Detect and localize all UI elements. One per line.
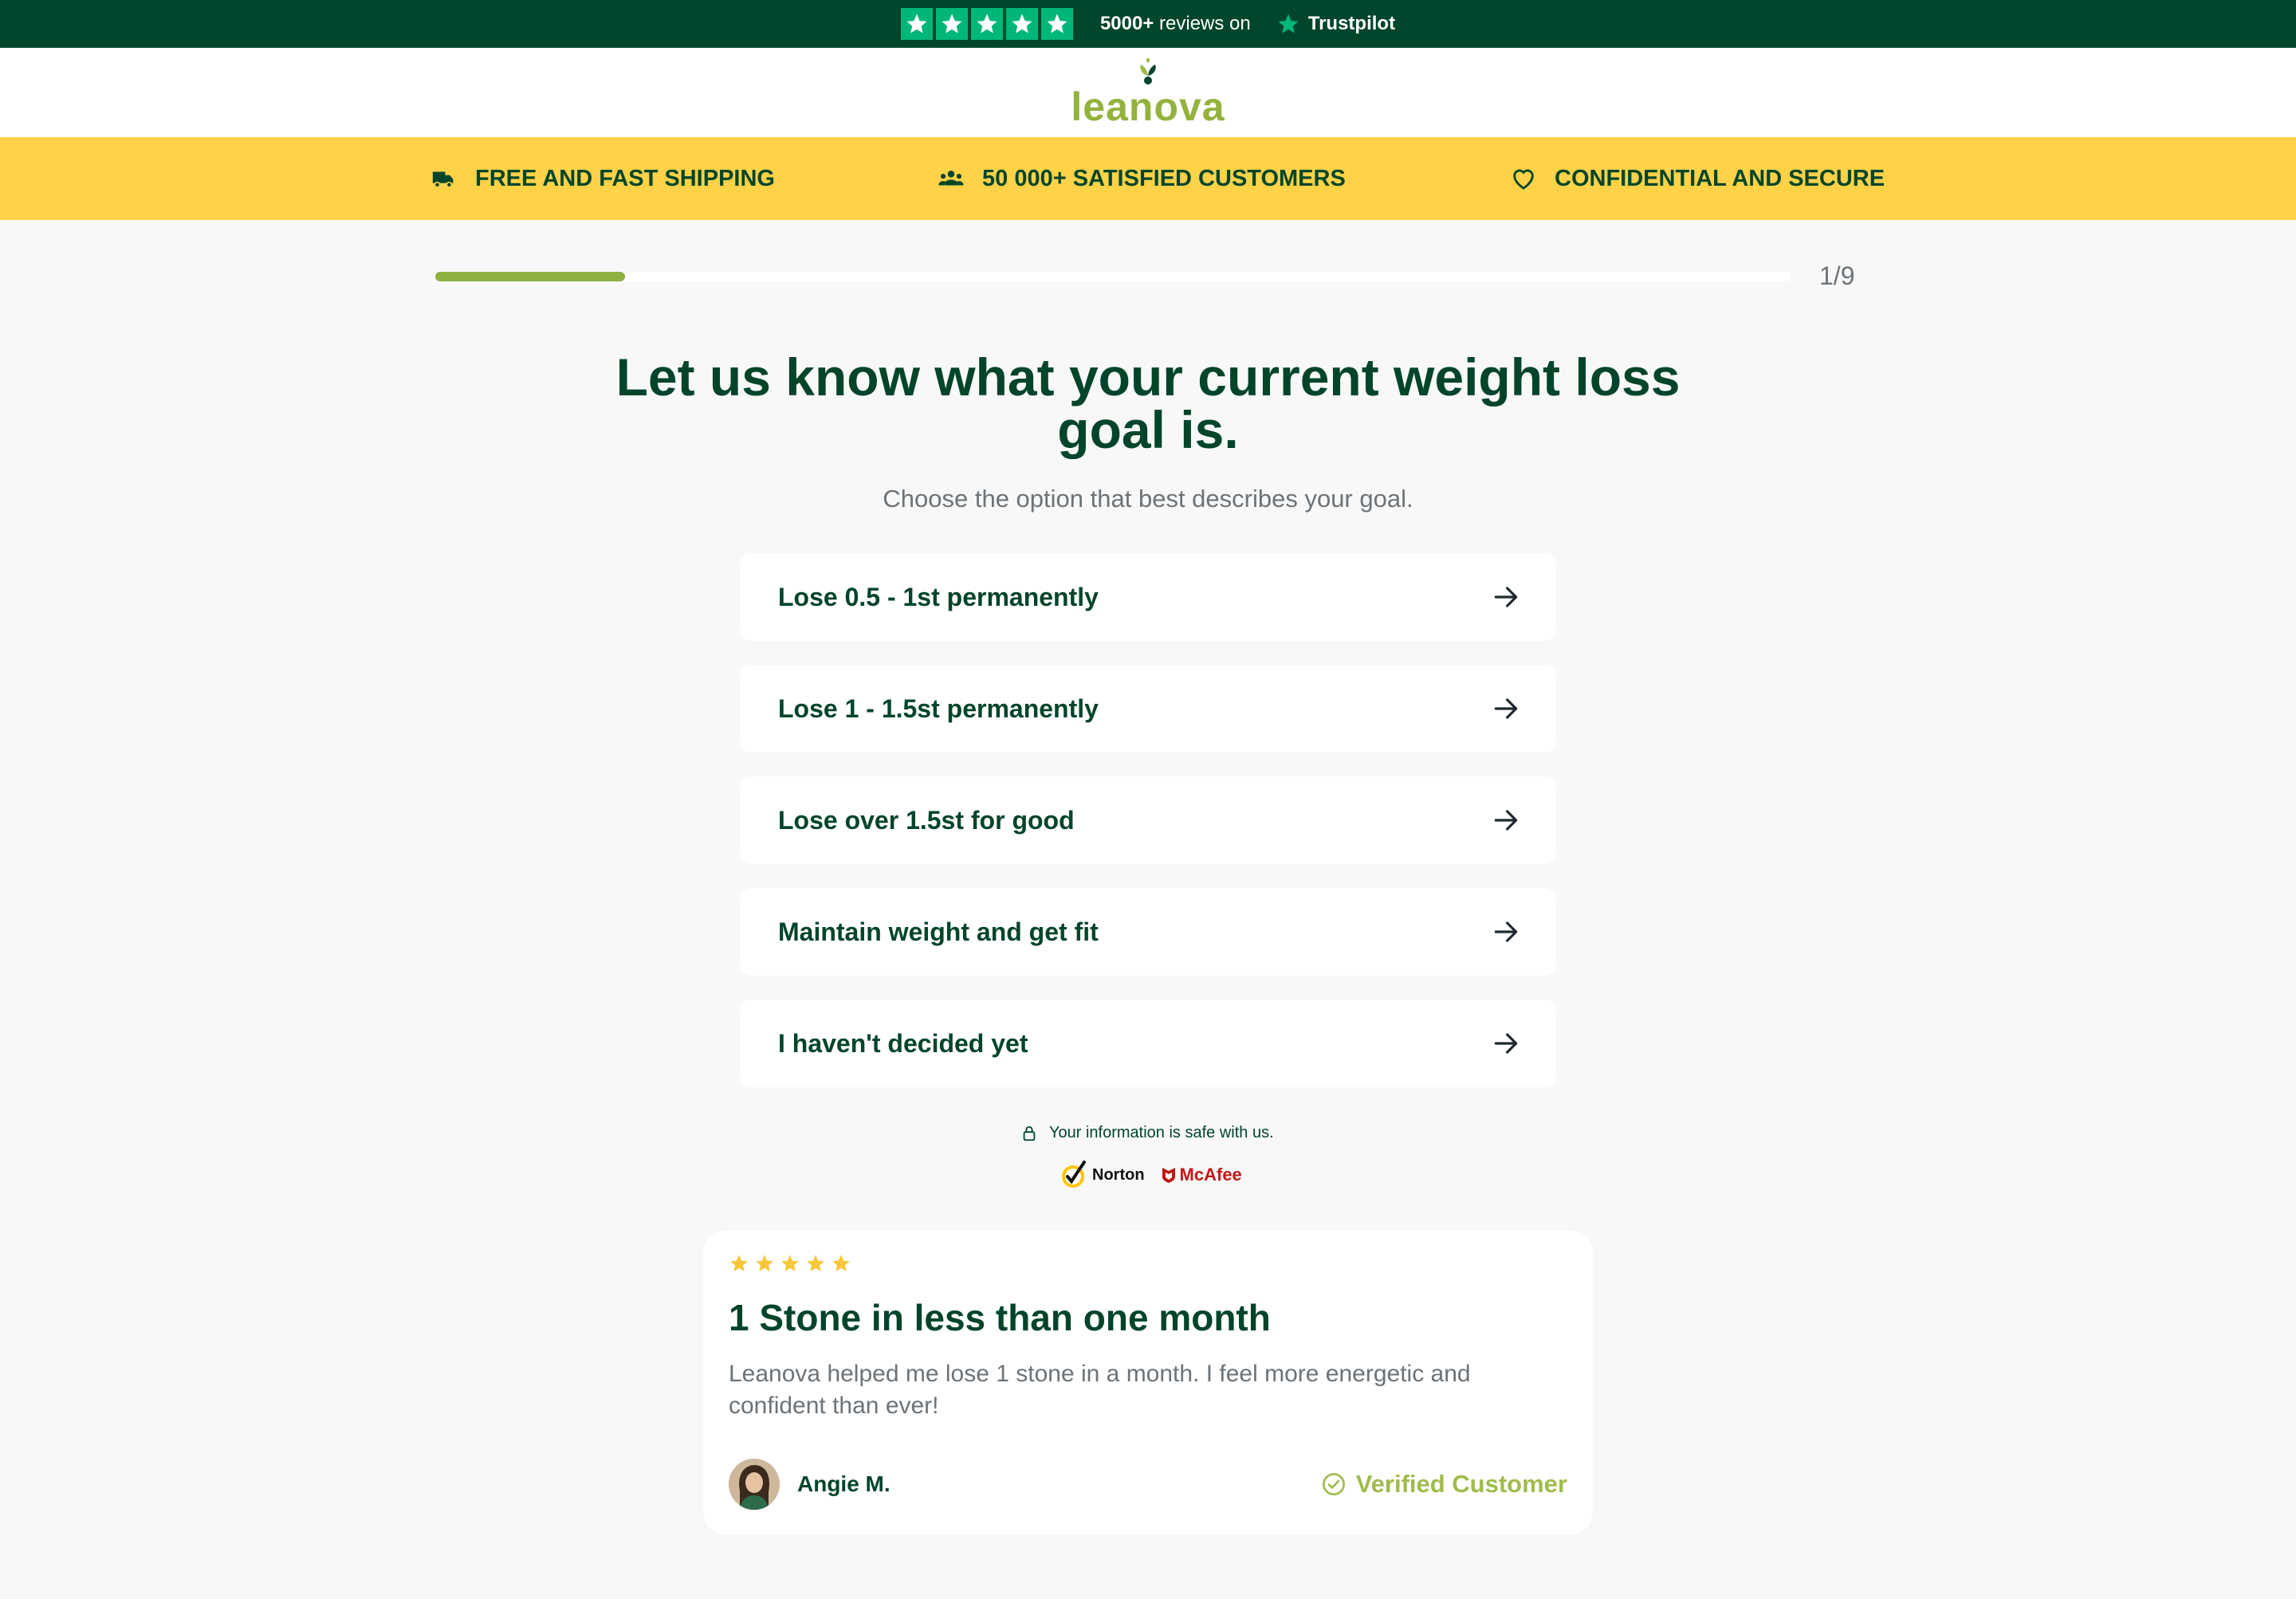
usp-shipping-label: FREE AND FAST SHIPPING xyxy=(475,165,775,191)
site-header: leanova xyxy=(0,48,2296,137)
answer-options: Lose 0.5 - 1st permanently Lose 1 - 1.5s… xyxy=(740,553,1556,1111)
review-footer: Angie M. Verified Customer xyxy=(729,1459,1567,1510)
author-name: Angie M. xyxy=(797,1471,890,1496)
usp-customers-label: 50 000+ SATISFIED CUSTOMERS xyxy=(982,165,1346,191)
progress-fill xyxy=(435,272,625,281)
truck-icon xyxy=(432,171,454,188)
option-label: Lose over 1.5st for good xyxy=(778,805,1075,835)
progress-counter: 1/9 xyxy=(1819,261,1855,290)
verified-badge: Verified Customer xyxy=(1321,1470,1567,1499)
review-title: 1 Stone in less than one month xyxy=(729,1297,1271,1338)
usp-bar: FREE AND FAST SHIPPING 50 000+ SATISFIED… xyxy=(0,137,2296,220)
arrow-right-icon xyxy=(1494,587,1518,607)
arrow-right-icon xyxy=(1494,921,1518,942)
reviews-count: 5000+ xyxy=(1099,13,1154,34)
star-icon xyxy=(807,1255,824,1271)
leanova-logo[interactable]: leanova xyxy=(1071,58,1225,127)
security-text: Your information is safe with us. xyxy=(1049,1124,1274,1141)
arrow-right-icon xyxy=(1494,698,1518,719)
star-icon xyxy=(1005,8,1038,40)
trustpilot-star-icon xyxy=(1278,14,1299,33)
heart-icon xyxy=(1513,169,1534,190)
lock-icon xyxy=(1023,1126,1036,1141)
security-note: Your information is safe with us. xyxy=(1020,1124,1292,1142)
question-title: Let us know what your current weight los… xyxy=(615,348,1681,459)
check-circle-icon xyxy=(1322,1473,1345,1495)
star-icon xyxy=(935,8,968,40)
option-lose-1-1-5st[interactable]: Lose 1 - 1.5st permanently xyxy=(740,665,1556,752)
trustpilot-bar: 5000+ reviews on Trustpilot xyxy=(0,0,2296,48)
star-icon xyxy=(832,1255,850,1271)
review-author: Angie M. xyxy=(729,1459,890,1510)
option-label: I haven't decided yet xyxy=(778,1028,1028,1058)
option-not-decided[interactable]: I haven't decided yet xyxy=(740,1000,1556,1087)
mcafee-label: McAfee xyxy=(1179,1165,1242,1185)
mcafee-shield-icon xyxy=(1162,1168,1175,1183)
option-label: Maintain weight and get fit xyxy=(778,917,1099,946)
arrow-right-icon xyxy=(1494,1033,1518,1054)
arrow-right-icon xyxy=(1494,810,1518,831)
usp-confidential-label: CONFIDENTIAL AND SECURE xyxy=(1555,165,1885,191)
usp-confidential: CONFIDENTIAL AND SECURE xyxy=(1510,137,1885,220)
security-badges: Norton McAfee xyxy=(1060,1159,1242,1191)
star-icon xyxy=(1040,8,1073,40)
avatar xyxy=(729,1459,780,1510)
trustpilot-brand[interactable]: Trustpilot xyxy=(1276,12,1395,36)
star-icon xyxy=(900,8,933,40)
review-card: 1 Stone in less than one month Leanova h… xyxy=(703,1231,1593,1535)
progress-bar xyxy=(435,272,1791,281)
trustpilot-label: Trustpilot xyxy=(1307,13,1396,34)
trustpilot-stars xyxy=(900,8,1073,40)
option-lose-0-5-1st[interactable]: Lose 0.5 - 1st permanently xyxy=(740,553,1556,641)
option-label: Lose 0.5 - 1st permanently xyxy=(778,582,1099,611)
verified-label: Verified Customer xyxy=(1355,1470,1567,1498)
logo-text: leanova xyxy=(1071,84,1225,129)
mcafee-badge: McAfee xyxy=(1161,1165,1242,1185)
norton-check-icon xyxy=(1062,1161,1086,1188)
option-label: Lose 1 - 1.5st permanently xyxy=(778,693,1099,723)
review-rating xyxy=(729,1253,1567,1274)
star-icon xyxy=(781,1255,799,1271)
users-icon xyxy=(938,171,964,186)
option-lose-over-1-5st[interactable]: Lose over 1.5st for good xyxy=(740,776,1556,864)
question-subtitle: Choose the option that best describes yo… xyxy=(883,485,1413,513)
review-body: Leanova helped me lose 1 stone in a mont… xyxy=(729,1361,1471,1419)
usp-shipping: FREE AND FAST SHIPPING xyxy=(431,137,775,220)
star-icon xyxy=(970,8,1003,40)
star-icon xyxy=(730,1255,748,1271)
usp-customers: 50 000+ SATISFIED CUSTOMERS xyxy=(938,137,1346,220)
trustpilot-reviews-text: 5000+ reviews on xyxy=(1100,13,1251,35)
star-icon xyxy=(756,1255,773,1271)
norton-badge: Norton xyxy=(1060,1159,1145,1191)
norton-label: Norton xyxy=(1092,1165,1145,1184)
reviews-label: reviews on xyxy=(1159,13,1251,34)
option-maintain-weight[interactable]: Maintain weight and get fit xyxy=(740,888,1556,976)
